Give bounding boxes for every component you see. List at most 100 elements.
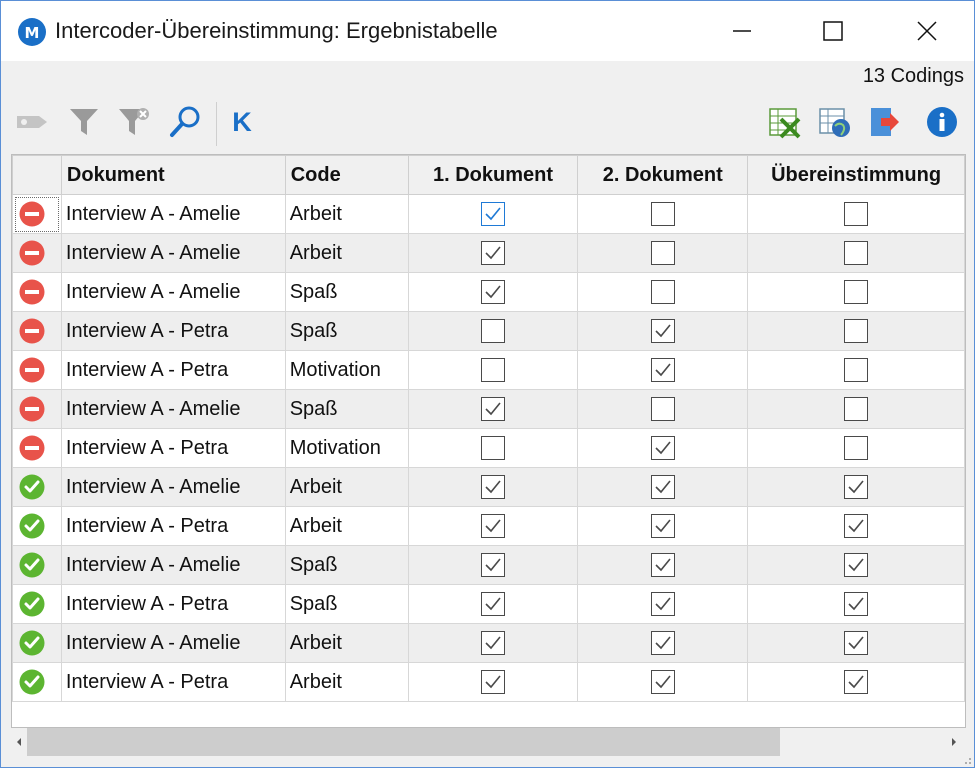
doc2-checkbox[interactable]: [650, 670, 675, 694]
status-cell[interactable]: [12, 545, 62, 585]
filter-icon[interactable]: [66, 104, 102, 140]
status-cell[interactable]: [12, 194, 62, 234]
column-header-document[interactable]: Dokument: [60, 155, 286, 195]
doc1-checkbox[interactable]: [480, 280, 505, 304]
doc2-checkbox[interactable]: [650, 514, 675, 538]
doc2-checkbox[interactable]: [650, 592, 675, 616]
resize-grip-icon[interactable]: [960, 753, 972, 765]
document-cell[interactable]: Interview A - Amelie: [60, 233, 286, 273]
scrollbar-thumb[interactable]: [27, 728, 780, 756]
status-cell[interactable]: [12, 389, 62, 429]
table-row[interactable]: Interview A - Petra Motivation: [12, 428, 965, 468]
document-cell[interactable]: Interview A - Amelie: [60, 194, 286, 234]
status-cell[interactable]: [12, 233, 62, 273]
doc1-checkbox[interactable]: [480, 319, 505, 343]
column-header-code[interactable]: Code: [284, 155, 409, 195]
agreement-checkbox[interactable]: [844, 592, 869, 616]
document-cell[interactable]: Interview A - Amelie: [60, 623, 286, 663]
agreement-checkbox[interactable]: [844, 202, 869, 226]
table-row[interactable]: Interview A - Petra Spaß: [12, 584, 965, 624]
doc1-checkbox[interactable]: [480, 475, 505, 499]
doc2-checkbox[interactable]: [650, 358, 675, 382]
code-cell[interactable]: Motivation: [284, 350, 409, 390]
doc1-checkbox[interactable]: [480, 358, 505, 382]
agreement-checkbox[interactable]: [844, 436, 869, 460]
doc1-checkbox[interactable]: [480, 436, 505, 460]
column-header-doc1[interactable]: 1. Dokument: [407, 155, 579, 195]
table-row[interactable]: Interview A - Amelie Arbeit: [12, 623, 965, 663]
doc2-checkbox[interactable]: [650, 631, 675, 655]
agreement-checkbox[interactable]: [844, 319, 869, 343]
status-cell[interactable]: [12, 584, 62, 624]
table-row[interactable]: Interview A - Amelie Spaß: [12, 389, 965, 429]
document-cell[interactable]: Interview A - Petra: [60, 350, 286, 390]
status-cell[interactable]: [12, 506, 62, 546]
column-header-doc2[interactable]: 2. Dokument: [577, 155, 749, 195]
document-cell[interactable]: Interview A - Amelie: [60, 467, 286, 507]
clear-filter-icon[interactable]: [116, 104, 152, 140]
doc1-checkbox[interactable]: [480, 241, 505, 265]
code-cell[interactable]: Spaß: [284, 311, 409, 351]
agreement-checkbox[interactable]: [844, 397, 869, 421]
horizontal-scrollbar[interactable]: [11, 728, 966, 756]
scroll-right-arrow-icon[interactable]: [946, 728, 962, 756]
doc1-checkbox[interactable]: [480, 397, 505, 421]
search-icon[interactable]: [167, 104, 203, 140]
table-row[interactable]: Interview A - Petra Motivation: [12, 350, 965, 390]
doc2-checkbox[interactable]: [650, 319, 675, 343]
document-cell[interactable]: Interview A - Amelie: [60, 389, 286, 429]
document-cell[interactable]: Interview A - Petra: [60, 506, 286, 546]
code-cell[interactable]: Arbeit: [284, 623, 409, 663]
doc1-checkbox[interactable]: [480, 631, 505, 655]
agreement-checkbox[interactable]: [844, 358, 869, 382]
doc2-checkbox[interactable]: [650, 397, 675, 421]
doc1-checkbox[interactable]: [480, 553, 505, 577]
document-cell[interactable]: Interview A - Petra: [60, 584, 286, 624]
document-cell[interactable]: Interview A - Petra: [60, 311, 286, 351]
doc2-checkbox[interactable]: [650, 553, 675, 577]
export-arrow-icon[interactable]: [866, 104, 902, 140]
agreement-checkbox[interactable]: [844, 514, 869, 538]
table-row[interactable]: Interview A - Amelie Arbeit: [12, 194, 965, 234]
code-cell[interactable]: Arbeit: [284, 233, 409, 273]
doc2-checkbox[interactable]: [650, 436, 675, 460]
code-cell[interactable]: Spaß: [284, 584, 409, 624]
export-excel-icon[interactable]: [766, 104, 802, 140]
table-row[interactable]: Interview A - Amelie Spaß: [12, 545, 965, 585]
doc2-checkbox[interactable]: [650, 241, 675, 265]
table-row[interactable]: Interview A - Amelie Spaß: [12, 272, 965, 312]
table-row[interactable]: Interview A - Amelie Arbeit: [12, 233, 965, 273]
code-cell[interactable]: Spaß: [284, 389, 409, 429]
maximize-button[interactable]: [802, 1, 864, 61]
status-cell[interactable]: [12, 623, 62, 663]
document-cell[interactable]: Interview A - Amelie: [60, 545, 286, 585]
agreement-checkbox[interactable]: [844, 670, 869, 694]
code-cell[interactable]: Motivation: [284, 428, 409, 468]
code-cell[interactable]: Arbeit: [284, 194, 409, 234]
agreement-checkbox[interactable]: [844, 475, 869, 499]
agreement-checkbox[interactable]: [844, 280, 869, 304]
info-icon[interactable]: [924, 104, 960, 140]
status-cell[interactable]: [12, 272, 62, 312]
export-web-icon[interactable]: [816, 104, 852, 140]
table-row[interactable]: Interview A - Petra Arbeit: [12, 662, 965, 702]
status-cell[interactable]: [12, 467, 62, 507]
table-row[interactable]: Interview A - Amelie Arbeit: [12, 467, 965, 507]
code-cell[interactable]: Arbeit: [284, 662, 409, 702]
status-cell[interactable]: [12, 428, 62, 468]
table-row[interactable]: Interview A - Petra Spaß: [12, 311, 965, 351]
scroll-left-arrow-icon[interactable]: [11, 728, 27, 756]
close-button[interactable]: [896, 1, 958, 61]
status-cell[interactable]: [12, 350, 62, 390]
tag-icon[interactable]: [13, 104, 49, 140]
doc2-checkbox[interactable]: [650, 280, 675, 304]
agreement-checkbox[interactable]: [844, 631, 869, 655]
code-cell[interactable]: Arbeit: [284, 506, 409, 546]
status-cell[interactable]: [12, 662, 62, 702]
code-cell[interactable]: Arbeit: [284, 467, 409, 507]
doc2-checkbox[interactable]: [650, 475, 675, 499]
doc1-checkbox[interactable]: [480, 592, 505, 616]
agreement-checkbox[interactable]: [844, 241, 869, 265]
document-cell[interactable]: Interview A - Petra: [60, 662, 286, 702]
status-cell[interactable]: [12, 311, 62, 351]
